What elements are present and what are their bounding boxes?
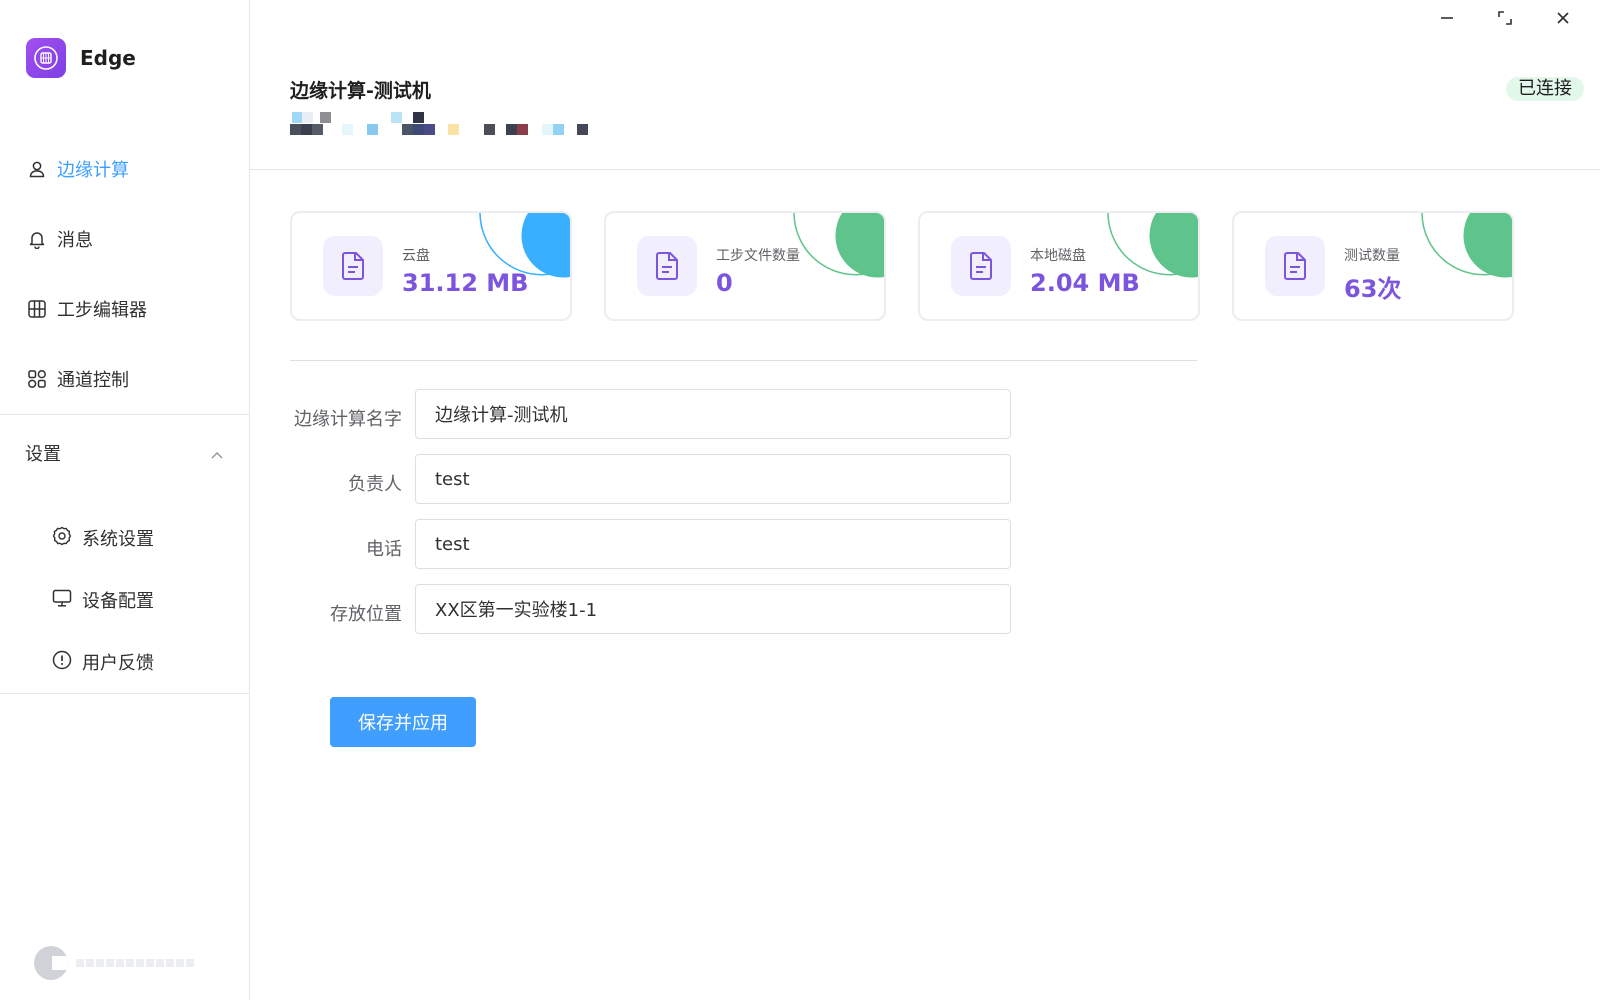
app-window: Edge 边缘计算 消息 工步编辑器 通道控制 设置 系统设置 设备配置 用户反…: [0, 0, 1600, 1000]
sidebar-item-label: 工步编辑器: [57, 300, 147, 321]
stat-label: 工步文件数量: [716, 248, 800, 264]
stat-card-test-count: 测试数量 63次: [1232, 211, 1514, 321]
document-icon: [951, 236, 1011, 296]
status-badge: 已连接: [1506, 77, 1584, 101]
settings-group-toggle[interactable]: 设置: [0, 415, 249, 491]
alert-circle-icon: [51, 649, 73, 675]
save-apply-button[interactable]: 保存并应用: [330, 697, 476, 747]
stat-card-local-disk: 本地磁盘 2.04 MB: [918, 211, 1200, 321]
page-title: 边缘计算-测试机: [290, 80, 431, 102]
app-logo-icon: [26, 38, 66, 78]
stat-cards: 云盘 31.12 MB 工步文件数量 0 本地磁盘 2.04 MB 测试数量 6…: [290, 211, 1514, 321]
page-header: 边缘计算-测试机 已连接: [250, 0, 1600, 170]
sidebar-divider: [0, 693, 249, 694]
stat-value: 0: [716, 269, 733, 297]
document-icon: [323, 236, 383, 296]
phone-label: 电话: [366, 539, 402, 560]
settings-group-label: 设置: [25, 444, 61, 465]
bell-icon: [26, 228, 48, 250]
stat-label: 云盘: [402, 248, 430, 264]
device-id-redacted: [290, 110, 610, 136]
app-name: Edge: [80, 46, 136, 70]
brand: Edge: [26, 38, 136, 78]
owner-label: 负责人: [348, 474, 402, 495]
sidebar-nav: 边缘计算 消息 工步编辑器 通道控制 设置 系统设置 设备配置 用户反馈: [0, 134, 249, 694]
gear-icon: [51, 525, 73, 551]
monitor-icon: [51, 587, 73, 613]
sidebar-item-step-editor[interactable]: 工步编辑器: [0, 274, 249, 344]
sidebar-item-device-config[interactable]: 设备配置: [0, 569, 249, 631]
stat-label: 测试数量: [1344, 248, 1400, 264]
sidebar-item-label: 系统设置: [82, 529, 154, 550]
sidebar-item-label: 设备配置: [82, 591, 154, 612]
location-label: 存放位置: [330, 604, 402, 625]
grid-icon: [26, 298, 48, 320]
sidebar-item-label: 消息: [57, 230, 93, 251]
sidebar-item-label: 通道控制: [57, 370, 129, 391]
sidebar-item-channel-control[interactable]: 通道控制: [0, 344, 249, 414]
sidebar-item-label: 用户反馈: [82, 653, 154, 674]
name-label: 边缘计算名字: [294, 409, 402, 430]
stat-card-cloud-disk: 云盘 31.12 MB: [290, 211, 572, 321]
stat-value: 63次: [1344, 275, 1402, 303]
sidebar: Edge 边缘计算 消息 工步编辑器 通道控制 设置 系统设置 设备配置 用户反…: [0, 0, 250, 1000]
stat-label: 本地磁盘: [1030, 248, 1086, 264]
stat-card-step-files: 工步文件数量 0: [604, 211, 886, 321]
sidebar-item-label: 边缘计算: [57, 160, 129, 181]
section-divider: [290, 360, 1197, 361]
main-content: 边缘计算-测试机 已连接 云盘 31.12 MB 工步文件数量 0 本地磁盘 2…: [250, 0, 1600, 1000]
owner-input[interactable]: [415, 454, 1011, 504]
card-decoration: [1421, 213, 1512, 278]
current-user[interactable]: [34, 946, 194, 980]
sidebar-item-system-settings[interactable]: 系统设置: [0, 507, 249, 569]
sidebar-item-feedback[interactable]: 用户反馈: [0, 631, 249, 693]
chevron-up-icon: [211, 444, 223, 463]
device-name-input[interactable]: [415, 389, 1011, 439]
stat-value: 2.04 MB: [1030, 269, 1140, 297]
document-icon: [1265, 236, 1325, 296]
phone-input[interactable]: [415, 519, 1011, 569]
location-input[interactable]: [415, 584, 1011, 634]
apps-icon: [26, 368, 48, 390]
sidebar-item-messages[interactable]: 消息: [0, 204, 249, 274]
document-icon: [637, 236, 697, 296]
sidebar-item-edge-compute[interactable]: 边缘计算: [0, 134, 249, 204]
user-name-redacted: [76, 959, 194, 967]
stat-value: 31.12 MB: [402, 269, 529, 297]
user-icon: [26, 158, 48, 180]
avatar: [34, 946, 68, 980]
